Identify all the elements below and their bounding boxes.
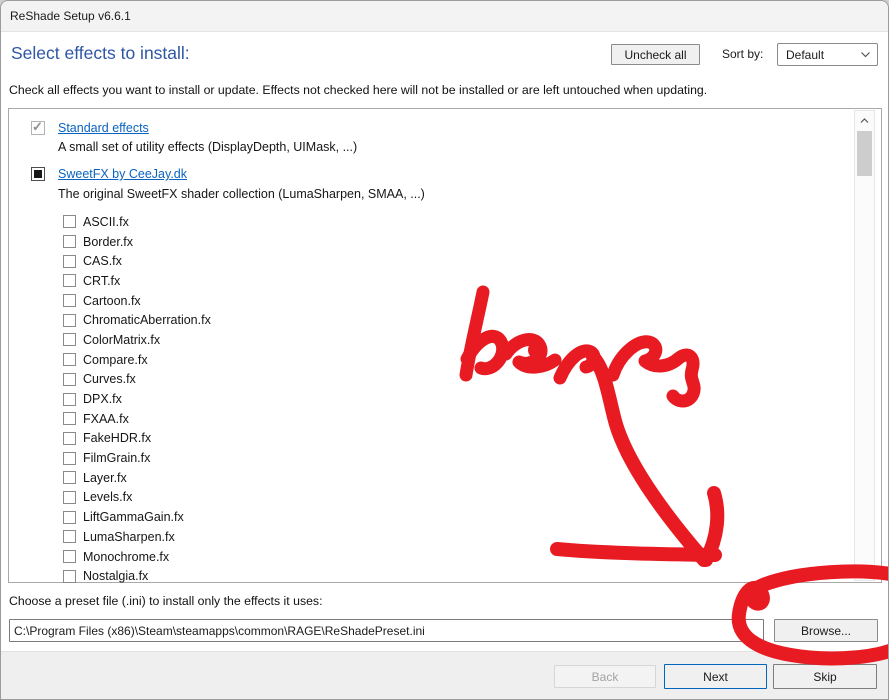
- effect-label: LiftGammaGain.fx: [83, 510, 184, 524]
- effect-checkbox[interactable]: [63, 491, 76, 504]
- effect-checkbox[interactable]: [63, 294, 76, 307]
- effect-checkbox[interactable]: [63, 393, 76, 406]
- effect-row: Cartoon.fx: [9, 291, 829, 311]
- page-title: Select effects to install:: [11, 43, 190, 64]
- effect-row: FXAA.fx: [9, 409, 829, 429]
- effect-row: Compare.fx: [9, 350, 829, 370]
- effect-checkbox[interactable]: [63, 511, 76, 524]
- effect-checkbox[interactable]: [63, 274, 76, 287]
- effect-row: LiftGammaGain.fx: [9, 507, 829, 527]
- titlebar: ReShade Setup v6.6.1: [1, 1, 888, 32]
- effect-label: DPX.fx: [83, 392, 122, 406]
- effects-listbox: Standard effects A small set of utility …: [8, 108, 882, 583]
- effect-label: ASCII.fx: [83, 215, 129, 229]
- effect-checkbox[interactable]: [63, 570, 76, 583]
- effect-checkbox[interactable]: [63, 412, 76, 425]
- window-title: ReShade Setup v6.6.1: [10, 1, 131, 31]
- effect-checkbox[interactable]: [63, 353, 76, 366]
- chevron-down-icon: [860, 51, 871, 58]
- effect-label: LumaSharpen.fx: [83, 530, 175, 544]
- scroll-down-icon[interactable]: [855, 562, 874, 578]
- browse-button[interactable]: Browse...: [774, 619, 878, 642]
- sweetfx-checkbox[interactable]: [31, 167, 45, 181]
- effect-label: FXAA.fx: [83, 412, 129, 426]
- next-button[interactable]: Next: [664, 664, 767, 689]
- instructions-text: Check all effects you want to install or…: [9, 83, 707, 97]
- effect-row: FakeHDR.fx: [9, 429, 829, 449]
- scroll-up-icon[interactable]: [855, 113, 874, 129]
- effect-row: Nostalgia.fx: [9, 566, 829, 586]
- sort-dropdown[interactable]: Default: [777, 43, 878, 66]
- effect-label: Border.fx: [83, 235, 133, 249]
- preset-file-label: Choose a preset file (.ini) to install o…: [9, 594, 323, 608]
- sweetfx-description: The original SweetFX shader collection (…: [58, 187, 425, 201]
- back-button[interactable]: Back: [554, 665, 656, 688]
- standard-effects-description: A small set of utility effects (DisplayD…: [58, 140, 357, 154]
- sweetfx-effect-list: ASCII.fx Border.fx CAS.fx CRT.fx: [9, 212, 829, 586]
- sweetfx-link[interactable]: SweetFX by CeeJay.dk: [58, 167, 187, 181]
- effect-label: ColorMatrix.fx: [83, 333, 160, 347]
- preset-path-input[interactable]: [9, 619, 764, 642]
- sort-by-label: Sort by:: [722, 47, 763, 61]
- effect-label: FilmGrain.fx: [83, 451, 150, 465]
- effect-label: Cartoon.fx: [83, 294, 141, 308]
- effect-row: ChromaticAberration.fx: [9, 310, 829, 330]
- effect-row: DPX.fx: [9, 389, 829, 409]
- effect-checkbox[interactable]: [63, 333, 76, 346]
- effect-row: LumaSharpen.fx: [9, 527, 829, 547]
- effect-label: CRT.fx: [83, 274, 120, 288]
- effect-label: FakeHDR.fx: [83, 431, 151, 445]
- standard-effects-checkbox[interactable]: [31, 121, 45, 135]
- uncheck-all-button[interactable]: Uncheck all: [611, 44, 700, 65]
- standard-effects-link[interactable]: Standard effects: [58, 121, 149, 135]
- effect-row: Levels.fx: [9, 488, 829, 508]
- reshade-setup-window: ReShade Setup v6.6.1 Select effects to i…: [0, 0, 889, 700]
- effect-checkbox[interactable]: [63, 530, 76, 543]
- effect-label: CAS.fx: [83, 254, 122, 268]
- effect-row: CRT.fx: [9, 271, 829, 291]
- effect-checkbox[interactable]: [63, 373, 76, 386]
- effect-checkbox[interactable]: [63, 215, 76, 228]
- effect-row: ColorMatrix.fx: [9, 330, 829, 350]
- effect-label: Levels.fx: [83, 490, 132, 504]
- effect-row: CAS.fx: [9, 251, 829, 271]
- scrollbar-thumb[interactable]: [857, 131, 872, 176]
- effect-checkbox[interactable]: [63, 314, 76, 327]
- effect-label: Monochrome.fx: [83, 550, 169, 564]
- effect-label: Layer.fx: [83, 471, 127, 485]
- vertical-scrollbar[interactable]: [854, 110, 875, 581]
- effect-label: Curves.fx: [83, 372, 136, 386]
- effect-row: FilmGrain.fx: [9, 448, 829, 468]
- effect-checkbox[interactable]: [63, 432, 76, 445]
- effect-checkbox[interactable]: [63, 452, 76, 465]
- effect-checkbox[interactable]: [63, 255, 76, 268]
- effect-checkbox[interactable]: [63, 471, 76, 484]
- sort-dropdown-value: Default: [786, 48, 860, 62]
- effect-row: Curves.fx: [9, 370, 829, 390]
- effect-label: Compare.fx: [83, 353, 148, 367]
- effect-label: ChromaticAberration.fx: [83, 313, 211, 327]
- effect-row: Layer.fx: [9, 468, 829, 488]
- effect-row: ASCII.fx: [9, 212, 829, 232]
- effect-row: Monochrome.fx: [9, 547, 829, 567]
- effect-checkbox[interactable]: [63, 550, 76, 563]
- effect-checkbox[interactable]: [63, 235, 76, 248]
- effect-label: Nostalgia.fx: [83, 569, 148, 583]
- skip-button[interactable]: Skip: [773, 664, 877, 689]
- effect-row: Border.fx: [9, 232, 829, 252]
